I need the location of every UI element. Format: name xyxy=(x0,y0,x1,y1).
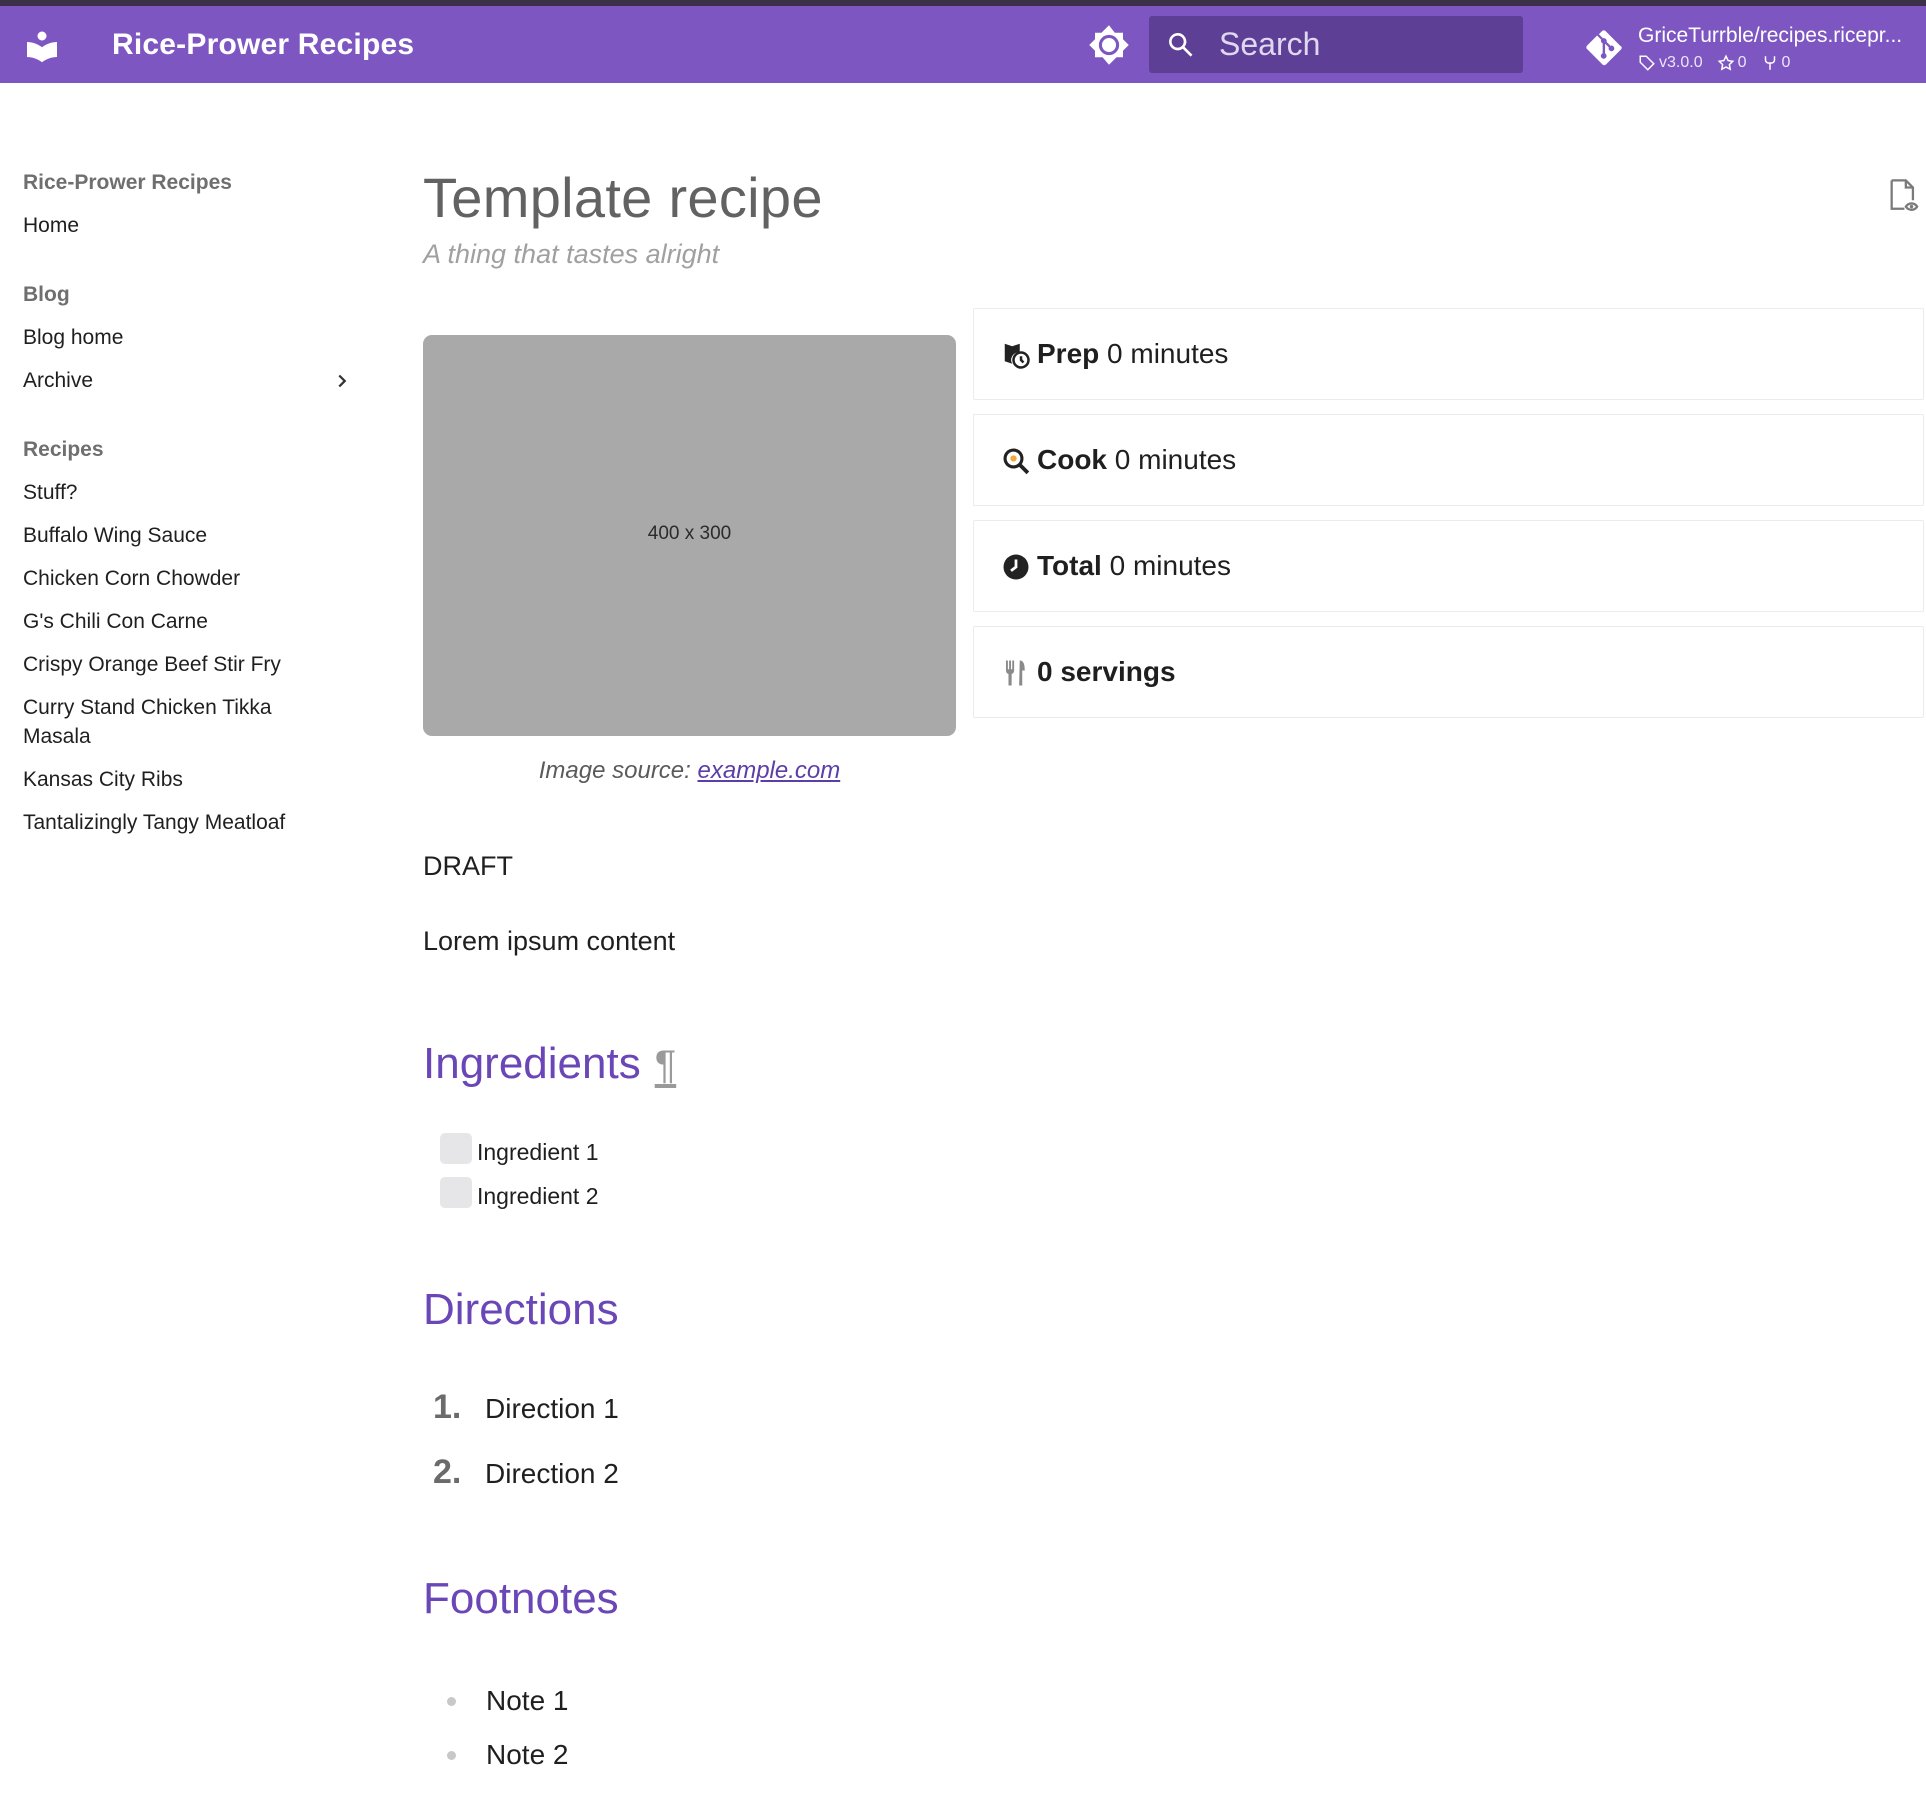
git-icon xyxy=(1586,30,1622,66)
theme-toggle-icon[interactable] xyxy=(1088,24,1130,66)
footnotes-list: Note 1 Note 2 xyxy=(447,1674,569,1782)
sidebar-section-blog: Blog xyxy=(23,283,70,306)
bullet-dot xyxy=(447,1696,456,1706)
repo-forks-count: 0 xyxy=(1781,54,1791,71)
footnotes-heading: Footnotes xyxy=(423,1574,619,1623)
stat-servings-label: 0 servings xyxy=(1037,656,1176,687)
site-header: Rice-Prower Recipes GriceTurrble/recipes… xyxy=(0,6,1926,83)
search-input[interactable] xyxy=(1219,16,1509,73)
repo-version: v3.0.0 xyxy=(1638,54,1703,72)
sidebar-section-recipes: Recipes xyxy=(23,438,104,461)
stat-cook-value: 0 minutes xyxy=(1114,444,1237,475)
sidebar-item-recipe[interactable]: Stuff? xyxy=(23,478,353,507)
stat-cook-label: Cook xyxy=(1037,444,1107,475)
search-box[interactable] xyxy=(1149,16,1523,73)
search-icon xyxy=(1169,33,1193,57)
ingredient-label: Ingredient 1 xyxy=(477,1139,599,1165)
stat-prep: Prep 0 minutes xyxy=(973,308,1924,400)
ingredients-list: Ingredient 1 Ingredient 2 xyxy=(440,1130,598,1218)
stat-total-label: Total xyxy=(1037,550,1102,581)
direction-item: 2. Direction 2 xyxy=(433,1453,619,1518)
recipe-stats: Prep 0 minutes Cook 0 minutes Total 0 mi… xyxy=(973,308,1924,732)
footnote-item: Note 1 xyxy=(447,1674,569,1728)
sidebar-item-archive[interactable]: Archive xyxy=(23,366,353,395)
star-icon xyxy=(1717,54,1734,71)
tag-icon xyxy=(1639,55,1655,71)
ingredients-heading: Ingredients ¶ xyxy=(423,1038,676,1091)
sidebar-item-blog-home[interactable]: Blog home xyxy=(23,323,353,352)
site-title[interactable]: Rice-Prower Recipes xyxy=(112,27,414,63)
frying-pan-icon xyxy=(1003,448,1030,475)
ingredient-label: Ingredient 2 xyxy=(477,1183,599,1209)
directions-list: 1. Direction 1 2. Direction 2 xyxy=(433,1388,619,1518)
ingredient-checkbox[interactable] xyxy=(440,1132,472,1164)
body-text: Lorem ipsum content xyxy=(423,926,676,956)
footnote-text: Note 2 xyxy=(486,1739,569,1770)
repo-name: GriceTurrble/recipes.ricepr... xyxy=(1638,24,1903,47)
book-logo-icon[interactable] xyxy=(24,27,60,63)
repo-forks: 0 xyxy=(1761,54,1791,72)
sidebar-item-archive-label: Archive xyxy=(23,369,94,392)
ingredient-checkbox[interactable] xyxy=(440,1176,472,1208)
stat-cook-text: Cook 0 minutes xyxy=(1037,442,1236,478)
page-title: Template recipe xyxy=(423,166,823,229)
repo-stars: 0 xyxy=(1717,54,1747,72)
ingredients-heading-text: Ingredients xyxy=(423,1039,641,1088)
sidebar-title: Rice-Prower Recipes xyxy=(23,171,232,194)
stat-prep-text: Prep 0 minutes xyxy=(1037,336,1228,372)
repo-link[interactable]: GriceTurrble/recipes.ricepr... v3.0.0 0 … xyxy=(1586,16,1926,76)
sidebar-item-home[interactable]: Home xyxy=(23,211,353,240)
ingredient-item: Ingredient 2 xyxy=(440,1174,598,1218)
repo-version-text: v3.0.0 xyxy=(1659,54,1703,71)
bullet-dot xyxy=(447,1750,456,1760)
stat-prep-label: Prep xyxy=(1037,338,1100,369)
utensils-icon xyxy=(1006,660,1025,686)
direction-item: 1. Direction 1 xyxy=(433,1388,619,1453)
sidebar-item-recipe[interactable]: Kansas City Ribs xyxy=(23,765,353,794)
footnote-text: Note 1 xyxy=(486,1685,569,1716)
draft-notice: DRAFT xyxy=(423,851,513,881)
repo-stars-count: 0 xyxy=(1737,54,1747,71)
stat-total-value: 0 minutes xyxy=(1109,550,1231,581)
sidebar-item-recipe[interactable]: Chicken Corn Chowder xyxy=(23,564,353,593)
direction-number: 2. xyxy=(433,1453,462,1491)
stat-servings: 0 servings xyxy=(973,626,1924,718)
sidebar-item-recipe[interactable]: Buffalo Wing Sauce xyxy=(23,521,353,550)
image-size-label: 400 x 300 xyxy=(647,523,732,544)
direction-text: Direction 2 xyxy=(485,1458,619,1489)
sidebar-item-recipe[interactable]: Curry Stand Chicken Tikka Masala xyxy=(23,693,303,751)
direction-number: 1. xyxy=(433,1388,462,1426)
repo-facts: v3.0.0 0 0 xyxy=(1638,54,1790,72)
stat-prep-value: 0 minutes xyxy=(1107,338,1229,369)
directions-heading: Directions xyxy=(423,1285,619,1334)
main-content: Template recipe A thing that tastes alri… xyxy=(423,160,1924,1770)
stat-cook: Cook 0 minutes xyxy=(973,414,1924,506)
recipe-image-placeholder: 400 x 300 xyxy=(423,335,956,736)
ingredient-item: Ingredient 1 xyxy=(440,1130,598,1174)
image-caption-prefix: Image source: xyxy=(538,757,698,784)
clock-icon xyxy=(1003,554,1029,580)
sidebar-item-recipe[interactable]: Tantalizingly Tangy Meatloaf xyxy=(23,808,353,837)
ingredients-permalink[interactable]: ¶ xyxy=(655,1043,676,1087)
sidebar-nav: Rice-Prower Recipes Home Blog Blog home … xyxy=(23,168,363,863)
sidebar-item-recipe[interactable]: Crispy Orange Beef Stir Fry xyxy=(23,650,353,679)
sidebar-item-recipe[interactable]: G's Chili Con Carne xyxy=(23,607,353,636)
image-source-link[interactable]: example.com xyxy=(698,757,841,784)
prep-clock-icon xyxy=(1004,343,1030,369)
page-subtitle: A thing that tastes alright xyxy=(423,239,720,269)
chevron-right-icon[interactable] xyxy=(331,370,353,392)
image-caption: Image source: example.com xyxy=(423,757,956,785)
stat-total-text: Total 0 minutes xyxy=(1037,548,1231,584)
direction-text: Direction 1 xyxy=(485,1393,619,1424)
stat-servings-text: 0 servings xyxy=(1037,654,1176,690)
fork-icon xyxy=(1764,56,1775,70)
footnote-item: Note 2 xyxy=(447,1728,569,1782)
stat-total: Total 0 minutes xyxy=(973,520,1924,612)
